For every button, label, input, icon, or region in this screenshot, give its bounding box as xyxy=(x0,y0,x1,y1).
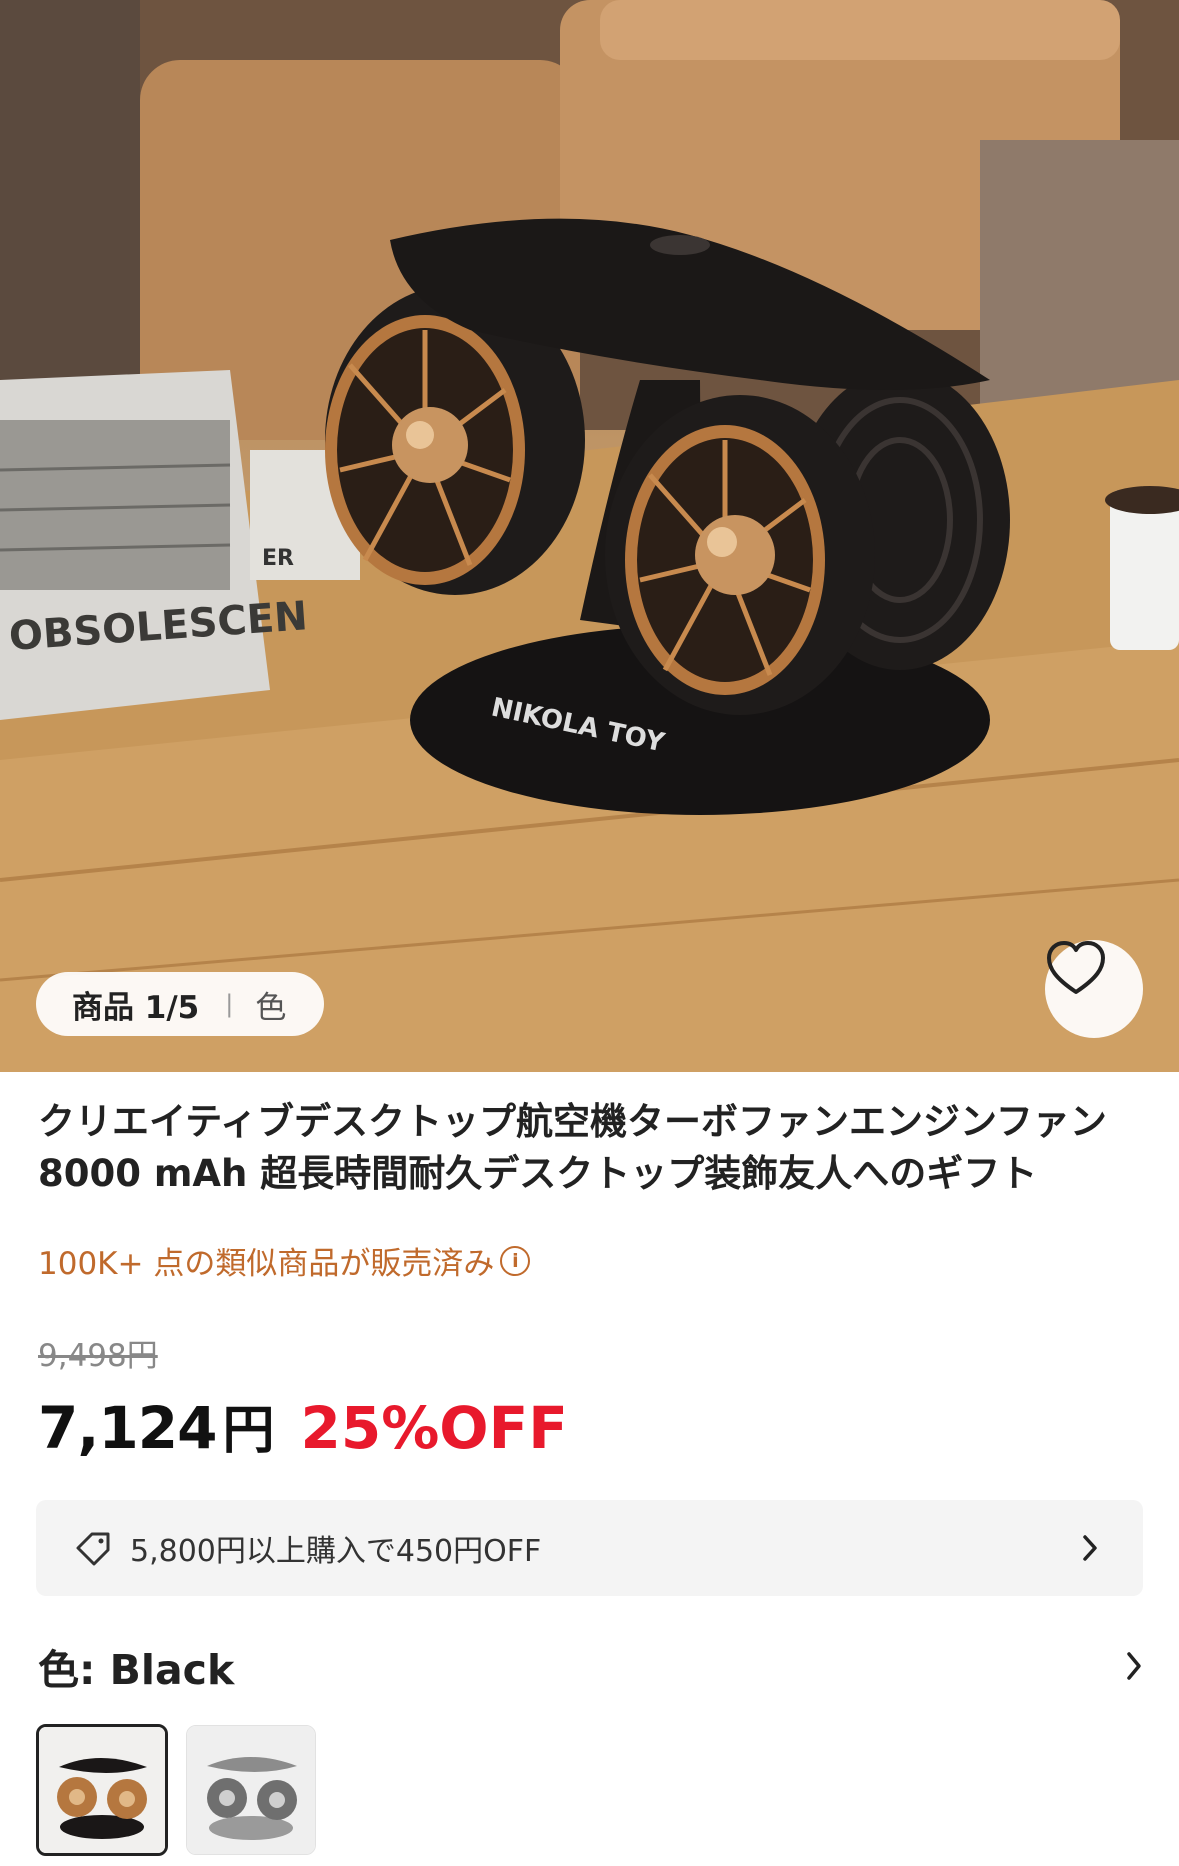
discount-badge: 25%OFF xyxy=(300,1394,568,1462)
color-selector-header[interactable]: 色: Black xyxy=(38,1636,1143,1696)
coupon-banner[interactable]: 5,800円以上購入で450円OFF xyxy=(36,1500,1143,1596)
color-swatch-gray xyxy=(187,1726,315,1854)
color-label: 色: Black xyxy=(38,1646,235,1694)
tab-color[interactable]: 色 xyxy=(255,982,286,1027)
coupon-text: 5,800円以上購入で450円OFF xyxy=(130,1534,542,1569)
sold-count: 100K+ 点の類似商品が販売済み i xyxy=(38,1238,531,1283)
heart-outline-icon xyxy=(1047,941,1105,994)
color-swatch-black xyxy=(39,1727,165,1853)
box-text: ER xyxy=(262,546,294,571)
image-counter[interactable]: 商品 1/5 | 色 xyxy=(36,972,324,1036)
original-price: 9,498円 xyxy=(38,1338,158,1374)
price-number: 7,124 xyxy=(38,1394,217,1462)
info-icon[interactable]: i xyxy=(500,1245,531,1276)
sold-count-text: 100K+ 点の類似商品が販売済み xyxy=(38,1246,495,1282)
favorite-button[interactable] xyxy=(1045,940,1143,1038)
chevron-right-icon xyxy=(1083,1535,1097,1561)
product-photo: OBSOLESCEN ER NIKOLA TOY xyxy=(0,0,1179,1072)
price-unit: 円 xyxy=(222,1401,275,1461)
tag-icon xyxy=(76,1532,110,1566)
color-option-gray[interactable] xyxy=(186,1725,316,1855)
product-title: クリエイティブデスクトップ航空機ターボファンエンジンファン 8000 mAh 超… xyxy=(38,1100,1107,1195)
chevron-right-icon xyxy=(1127,1652,1141,1680)
sale-price: 7,124 円 25%OFF xyxy=(38,1388,568,1463)
counter-divider: | xyxy=(225,990,234,1018)
image-counter-text: 商品 1/5 xyxy=(72,989,200,1026)
product-image-gallery[interactable]: OBSOLESCEN ER NIKOLA TOY 商品 1/5 | 色 xyxy=(0,0,1179,1072)
color-option-black[interactable] xyxy=(36,1724,168,1856)
